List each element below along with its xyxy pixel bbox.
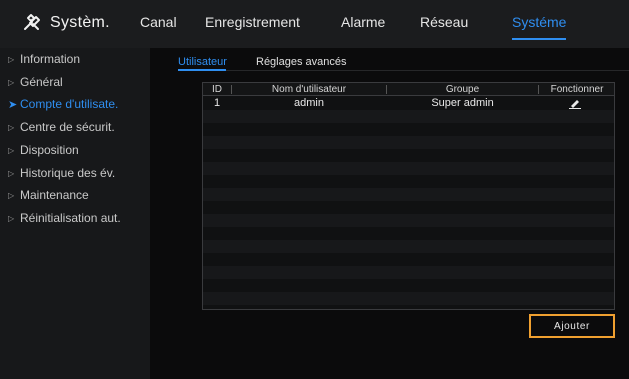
sidebar-item-label: Information	[20, 52, 81, 66]
sidebar-item-disposition[interactable]: ▷ Disposition	[8, 141, 79, 159]
column-header-id: ID	[212, 84, 222, 95]
cell-id: 1	[213, 97, 221, 109]
table-row-empty	[203, 292, 614, 305]
tab-reglages-avances[interactable]: Réglages avancés	[256, 56, 347, 68]
sidebar-item-label: Centre de sécurit.	[20, 120, 115, 134]
table-row-empty	[203, 162, 614, 175]
brand: Systèm.	[22, 13, 110, 33]
table-row-empty	[203, 110, 614, 123]
sidebar-item-maintenance[interactable]: ▷ Maintenance	[8, 186, 89, 204]
table-header: ID Nom d'utilisateur Groupe Fonctionner	[203, 83, 614, 96]
caret-right-icon: ▷	[8, 213, 15, 223]
tab-utilisateur[interactable]: Utilisateur	[178, 56, 227, 68]
table-row-empty	[203, 214, 614, 227]
add-user-button[interactable]: Ajouter	[529, 314, 615, 338]
sidebar-item-general[interactable]: ▷ Général	[8, 73, 63, 91]
table-row[interactable]: 1 admin Super admin	[203, 97, 614, 110]
main-panel: Utilisateur Réglages avancés ID Nom d'ut…	[150, 48, 629, 379]
sidebar-item-centre-securite[interactable]: ▷ Centre de sécurit.	[8, 118, 115, 136]
caret-right-icon: ▷	[8, 122, 15, 132]
tools-icon	[22, 13, 42, 33]
column-header-username: Nom d'utilisateur	[271, 84, 347, 95]
user-table: ID Nom d'utilisateur Groupe Fonctionner …	[202, 82, 615, 310]
chevron-right-icon: ➤	[8, 98, 18, 111]
sidebar-item-compte-utilisateur[interactable]: ➤ Compte d'utilisate.	[8, 95, 118, 113]
table-row-empty	[203, 136, 614, 149]
table-row-empty	[203, 266, 614, 279]
caret-right-icon: ▷	[8, 190, 15, 200]
sidebar-item-information[interactable]: ▷ Information	[8, 50, 80, 68]
sidebar-item-label: Historique des év.	[20, 166, 116, 180]
sidebar-item-historique[interactable]: ▷ Historique des év.	[8, 164, 115, 182]
app-title: Systèm.	[50, 14, 110, 31]
column-header-group: Groupe	[445, 84, 480, 95]
caret-right-icon: ▷	[8, 168, 15, 178]
sidebar-item-label: Réinitialisation aut.	[20, 211, 121, 225]
tab-alarme[interactable]: Alarme	[341, 14, 385, 30]
cell-username: admin	[294, 97, 324, 109]
sidebar-item-label: Maintenance	[20, 188, 89, 202]
sidebar: ▷ Information ▷ Général ➤ Compte d'utili…	[0, 48, 150, 379]
caret-right-icon: ▷	[8, 77, 15, 87]
sidebar-item-label: Général	[20, 75, 63, 89]
caret-right-icon: ▷	[8, 54, 15, 64]
tab-enregistrement[interactable]: Enregistrement	[205, 14, 300, 30]
tab-reseau[interactable]: Réseau	[420, 14, 468, 30]
sidebar-item-label: Compte d'utilisate.	[20, 97, 119, 111]
tab-systeme[interactable]: Systéme	[512, 14, 567, 40]
table-row-empty	[203, 240, 614, 253]
subtab-active-indicator	[178, 69, 226, 71]
table-row-empty	[203, 188, 614, 201]
column-header-action: Fonctionner	[550, 84, 604, 95]
pencil-icon[interactable]	[569, 99, 581, 109]
subtab-divider	[178, 70, 629, 71]
top-bar: Systèm. Canal Enregistrement Alarme Rése…	[0, 0, 629, 48]
tab-canal[interactable]: Canal	[140, 14, 177, 30]
cell-group: Super admin	[431, 97, 494, 109]
caret-right-icon: ▷	[8, 145, 15, 155]
sidebar-item-label: Disposition	[20, 143, 79, 157]
sidebar-item-reinitialisation[interactable]: ▷ Réinitialisation aut.	[8, 209, 121, 227]
